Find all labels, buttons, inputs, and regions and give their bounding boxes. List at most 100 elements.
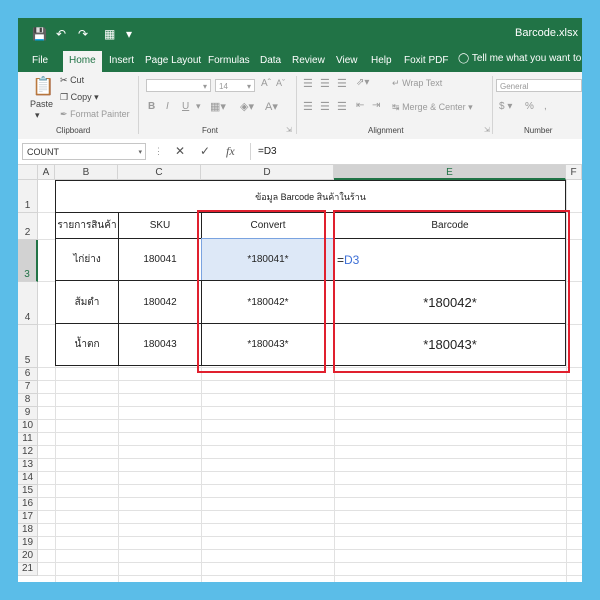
tab-formulas[interactable]: Formulas <box>208 53 250 69</box>
row-header[interactable]: 14 <box>18 472 38 485</box>
copy-button[interactable]: ❐ Copy ▾ <box>60 92 99 103</box>
tab-review[interactable]: Review <box>292 53 325 69</box>
top-align-icon[interactable]: ☰ <box>303 77 313 90</box>
header-sku-cell[interactable]: SKU <box>118 212 202 239</box>
paste-icon[interactable]: 📋 <box>32 76 54 97</box>
decrease-font-icon[interactable]: Aˇ <box>276 78 285 88</box>
wrap-text-button[interactable]: ↵ Wrap Text <box>392 78 442 89</box>
font-size-dropdown[interactable]: 14 ▾ <box>215 79 255 92</box>
column-header[interactable]: F <box>566 165 582 180</box>
fill-color-icon[interactable]: ◈▾ <box>240 100 254 113</box>
row-header[interactable]: 8 <box>18 394 38 407</box>
bold-button[interactable]: B <box>148 101 155 112</box>
paste-dropdown-icon[interactable]: ▾ <box>35 110 40 121</box>
tell-me-search[interactable]: ◯ Tell me what you want to do <box>458 53 582 64</box>
sheet-title-cell[interactable]: ข้อมูล Barcode สินค้าในร้าน <box>55 180 566 213</box>
increase-indent-icon[interactable]: ⇥ <box>372 100 380 111</box>
decrease-indent-icon[interactable]: ⇤ <box>356 100 364 111</box>
increase-font-icon[interactable]: Aˆ <box>261 78 271 89</box>
dialog-launcher-icon[interactable]: ⇲ <box>484 126 490 134</box>
row-header[interactable]: 19 <box>18 537 38 550</box>
formula-bar: COUNT ▾ ⋮ ✕ ✓ fx =D3 <box>18 139 582 165</box>
tab-view[interactable]: View <box>336 53 358 69</box>
sku-cell[interactable]: 180041 <box>118 238 202 281</box>
middle-align-icon[interactable]: ☰ <box>320 77 330 90</box>
select-all-corner[interactable] <box>18 165 38 180</box>
chevron-down-icon: ▾ <box>202 82 207 91</box>
orientation-icon[interactable]: ⇗▾ <box>356 77 369 88</box>
row-header[interactable]: 12 <box>18 446 38 459</box>
column-header[interactable]: B <box>55 165 118 180</box>
column-header[interactable]: A <box>38 165 55 180</box>
number-format-dropdown[interactable]: General <box>496 79 582 92</box>
row-header[interactable]: 6 <box>18 368 38 381</box>
font-group-label: Font <box>202 126 219 135</box>
insert-function-icon[interactable]: fx <box>226 143 235 160</box>
redo-icon[interactable]: ↷ <box>78 27 88 41</box>
row-header[interactable]: 15 <box>18 485 38 498</box>
underline-dropdown-icon[interactable]: ▾ <box>196 101 201 112</box>
name-box[interactable]: COUNT ▾ <box>22 143 146 160</box>
cancel-icon[interactable]: ✕ <box>175 143 185 160</box>
paste-button[interactable]: Paste <box>30 99 53 109</box>
save-icon[interactable]: 💾 <box>32 27 47 41</box>
percent-button[interactable]: % <box>525 101 534 112</box>
column-header[interactable]: D <box>201 165 334 180</box>
header-product-cell[interactable]: รายการสินค้า <box>55 212 119 239</box>
row-header[interactable]: 17 <box>18 511 38 524</box>
convert-highlight-box <box>197 210 326 373</box>
row-header[interactable]: 7 <box>18 381 38 394</box>
row-header[interactable]: 21 <box>18 563 38 576</box>
font-name-dropdown[interactable]: ▾ <box>146 79 211 92</box>
sku-cell[interactable]: 180042 <box>118 280 202 324</box>
bottom-align-icon[interactable]: ☰ <box>337 77 347 90</box>
tab-insert[interactable]: Insert <box>109 53 134 69</box>
tab-data[interactable]: Data <box>260 53 281 69</box>
align-center-icon[interactable]: ☰ <box>320 100 330 113</box>
customize-icon[interactable]: ▾ <box>126 27 132 41</box>
italic-button[interactable]: I <box>166 101 169 112</box>
row-header[interactable]: 1 <box>18 180 38 213</box>
row-header[interactable]: 20 <box>18 550 38 563</box>
tab-home[interactable]: Home <box>63 51 102 72</box>
row-header[interactable]: 5 <box>18 325 38 368</box>
formula-input[interactable]: =D3 <box>254 143 582 160</box>
row-header[interactable]: 9 <box>18 407 38 420</box>
align-left-icon[interactable]: ☰ <box>303 100 313 113</box>
borders-icon[interactable]: ▦▾ <box>210 100 226 113</box>
align-right-icon[interactable]: ☰ <box>337 100 347 113</box>
tab-file[interactable]: File <box>32 53 48 69</box>
format-painter-button[interactable]: ✒ Format Painter <box>60 109 130 120</box>
column-header[interactable]: C <box>118 165 201 180</box>
gridline <box>38 419 582 420</box>
row-header[interactable]: 13 <box>18 459 38 472</box>
scissors-icon: ✂ <box>60 75 68 85</box>
font-color-icon[interactable]: A▾ <box>265 100 278 113</box>
product-cell[interactable]: ส้มตำ <box>55 280 119 324</box>
underline-button[interactable]: U <box>182 101 189 112</box>
ribbon-separator <box>296 76 297 134</box>
row-header[interactable]: 4 <box>18 282 38 325</box>
undo-icon[interactable]: ↶ <box>56 27 66 41</box>
sku-cell[interactable]: 180043 <box>118 323 202 366</box>
row-header[interactable]: 16 <box>18 498 38 511</box>
row-header[interactable]: 10 <box>18 420 38 433</box>
table-icon[interactable]: ▦ <box>104 27 115 41</box>
row-header[interactable]: 2 <box>18 213 38 240</box>
currency-button[interactable]: $ ▾ <box>499 101 512 112</box>
row-header[interactable]: 11 <box>18 433 38 446</box>
enter-icon[interactable]: ✓ <box>200 143 210 160</box>
comma-button[interactable]: , <box>544 101 547 112</box>
row-header[interactable]: 3 <box>18 240 38 282</box>
product-cell[interactable]: น้ำตก <box>55 323 119 366</box>
tab-help[interactable]: Help <box>371 53 392 69</box>
row-header[interactable]: 18 <box>18 524 38 537</box>
product-cell[interactable]: ไก่ย่าง <box>55 238 119 281</box>
gridline <box>38 471 582 472</box>
dialog-launcher-icon[interactable]: ⇲ <box>286 126 292 134</box>
tab-foxit-pdf[interactable]: Foxit PDF <box>404 53 448 69</box>
cut-button[interactable]: ✂ Cut <box>60 75 84 86</box>
tab-page-layout[interactable]: Page Layout <box>145 53 201 69</box>
merge-center-button[interactable]: ↹ Merge & Center ▾ <box>392 102 473 113</box>
column-header[interactable]: E <box>334 165 566 180</box>
